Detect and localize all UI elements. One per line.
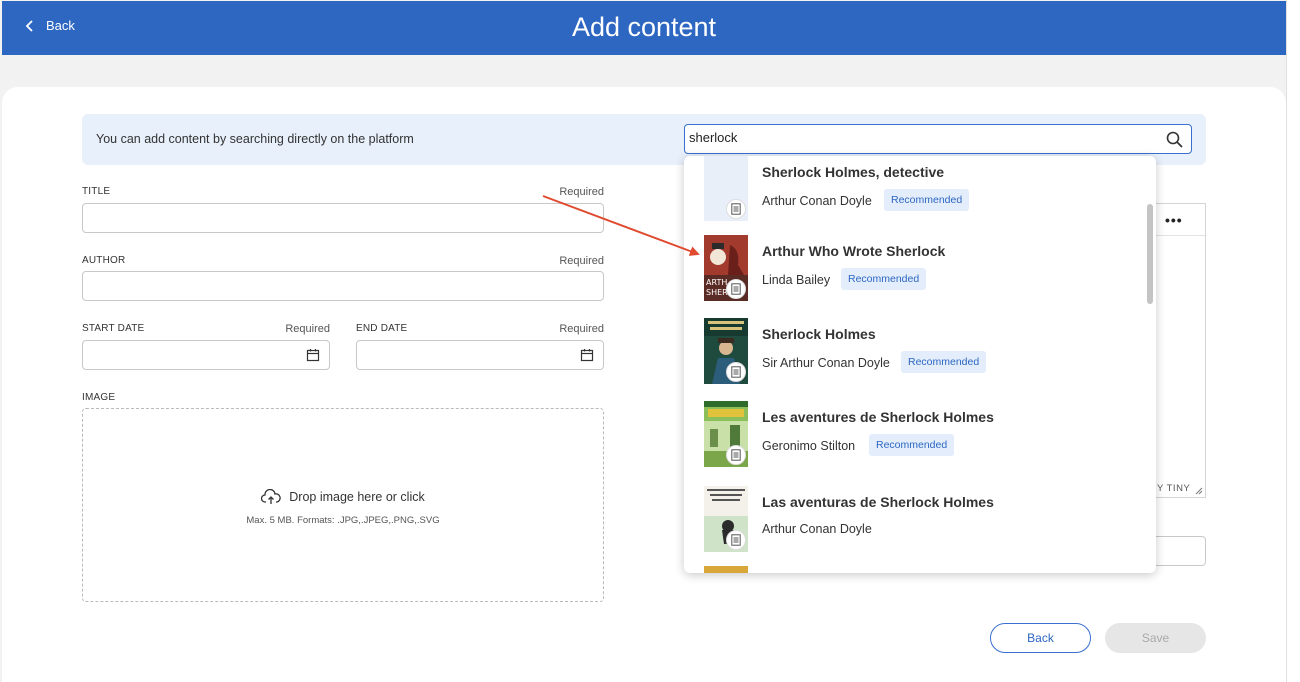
- result-author: Sir Arthur Conan Doyle: [762, 356, 890, 370]
- title-label: TITLE: [82, 186, 111, 197]
- result-item[interactable]: Sherlock Holmes, detective Arthur Conan …: [684, 156, 1144, 238]
- secondary-field[interactable]: [1148, 536, 1206, 566]
- image-label: IMAGE: [82, 392, 116, 403]
- dropdown-scrollbar[interactable]: [1147, 204, 1153, 304]
- result-title: Arthur Who Wrote Sherlock: [762, 243, 946, 259]
- result-item[interactable]: Sherlock Holmes Sir Arthur Conan Doyle R…: [684, 318, 1144, 400]
- result-title: Les aventures de Sherlock Holmes: [762, 409, 994, 425]
- author-required: Required: [559, 255, 604, 267]
- calendar-icon[interactable]: [580, 348, 594, 362]
- svg-text:SHER: SHER: [706, 288, 728, 297]
- resize-handle-icon[interactable]: [1195, 487, 1203, 495]
- result-item[interactable]: Las aventuras de Sherlock Holmes Arthur …: [684, 486, 1144, 568]
- title-field[interactable]: [82, 203, 604, 233]
- result-author: Arthur Conan Doyle: [762, 194, 872, 208]
- dropzone-hint: Max. 5 MB. Formats: .JPG,.JPEG,.PNG,.SVG: [246, 515, 440, 526]
- dropzone-main: Drop image here or click: [83, 489, 603, 505]
- search-results-dropdown: Sherlock Holmes, detective Arthur Conan …: [684, 156, 1156, 573]
- image-dropzone[interactable]: Drop image here or click Max. 5 MB. Form…: [82, 408, 604, 602]
- title-required: Required: [559, 186, 604, 198]
- top-bar: Back Add content: [2, 1, 1286, 55]
- search-icon[interactable]: [1166, 131, 1183, 148]
- search-input[interactable]: [689, 130, 1149, 145]
- end-date-required: Required: [559, 323, 604, 335]
- book-cover: ARTH SHER: [704, 235, 748, 301]
- book-cover: [704, 486, 748, 552]
- recommended-badge: Recommended: [884, 189, 970, 211]
- result-item[interactable]: Les aventures de Sherlock Holmes Geronim…: [684, 401, 1144, 483]
- editor-brand: Y TINY: [1157, 483, 1191, 494]
- result-author: Geronimo Stilton: [762, 439, 856, 453]
- editor-toolbar: •••: [1149, 204, 1205, 236]
- start-date-label: START DATE: [82, 323, 145, 334]
- recommended-badge: Recommended: [901, 351, 987, 373]
- book-cover-partial: [704, 566, 748, 573]
- document-icon: [726, 362, 746, 382]
- result-title: Las aventuras de Sherlock Holmes: [762, 494, 994, 510]
- author-label: AUTHOR: [82, 255, 126, 266]
- book-cover: [704, 401, 748, 467]
- search-banner-text: You can add content by searching directl…: [96, 132, 414, 146]
- book-cover: [704, 318, 748, 384]
- result-title: Sherlock Holmes, detective: [762, 164, 945, 180]
- calendar-icon[interactable]: [306, 348, 320, 362]
- save-button[interactable]: Save: [1105, 623, 1206, 653]
- page-title: Add content: [571, 12, 717, 42]
- document-icon: [726, 199, 746, 219]
- author-field[interactable]: [82, 271, 604, 301]
- result-author: Arthur Conan Doyle: [762, 522, 872, 536]
- result-author: Linda Bailey: [762, 273, 831, 287]
- document-icon: [726, 530, 746, 550]
- search-box: [684, 124, 1192, 154]
- end-date-label: END DATE: [356, 323, 408, 334]
- results-list: Sherlock Holmes, detective Arthur Conan …: [684, 156, 1144, 573]
- back-button[interactable]: Back: [990, 623, 1091, 653]
- more-icon[interactable]: •••: [1165, 212, 1183, 228]
- end-date-field[interactable]: [356, 340, 604, 370]
- result-title: Sherlock Holmes: [762, 326, 876, 342]
- rich-text-editor[interactable]: ••• Y TINY: [1148, 203, 1206, 498]
- svg-text:ARTH: ARTH: [706, 278, 727, 287]
- upload-cloud-icon: [261, 489, 281, 504]
- start-date-required: Required: [285, 323, 330, 335]
- start-date-field[interactable]: [82, 340, 330, 370]
- document-icon: [726, 445, 746, 465]
- window-edge: [1286, 0, 1300, 682]
- recommended-badge: Recommended: [841, 268, 927, 290]
- document-icon: [726, 279, 746, 299]
- dropzone-text: Drop image here or click: [289, 490, 425, 504]
- recommended-badge: Recommended: [869, 434, 955, 456]
- result-item[interactable]: ARTH SHER Arthur Who Wrote Sherlock Linda…: [684, 235, 1144, 317]
- book-cover: [704, 156, 748, 221]
